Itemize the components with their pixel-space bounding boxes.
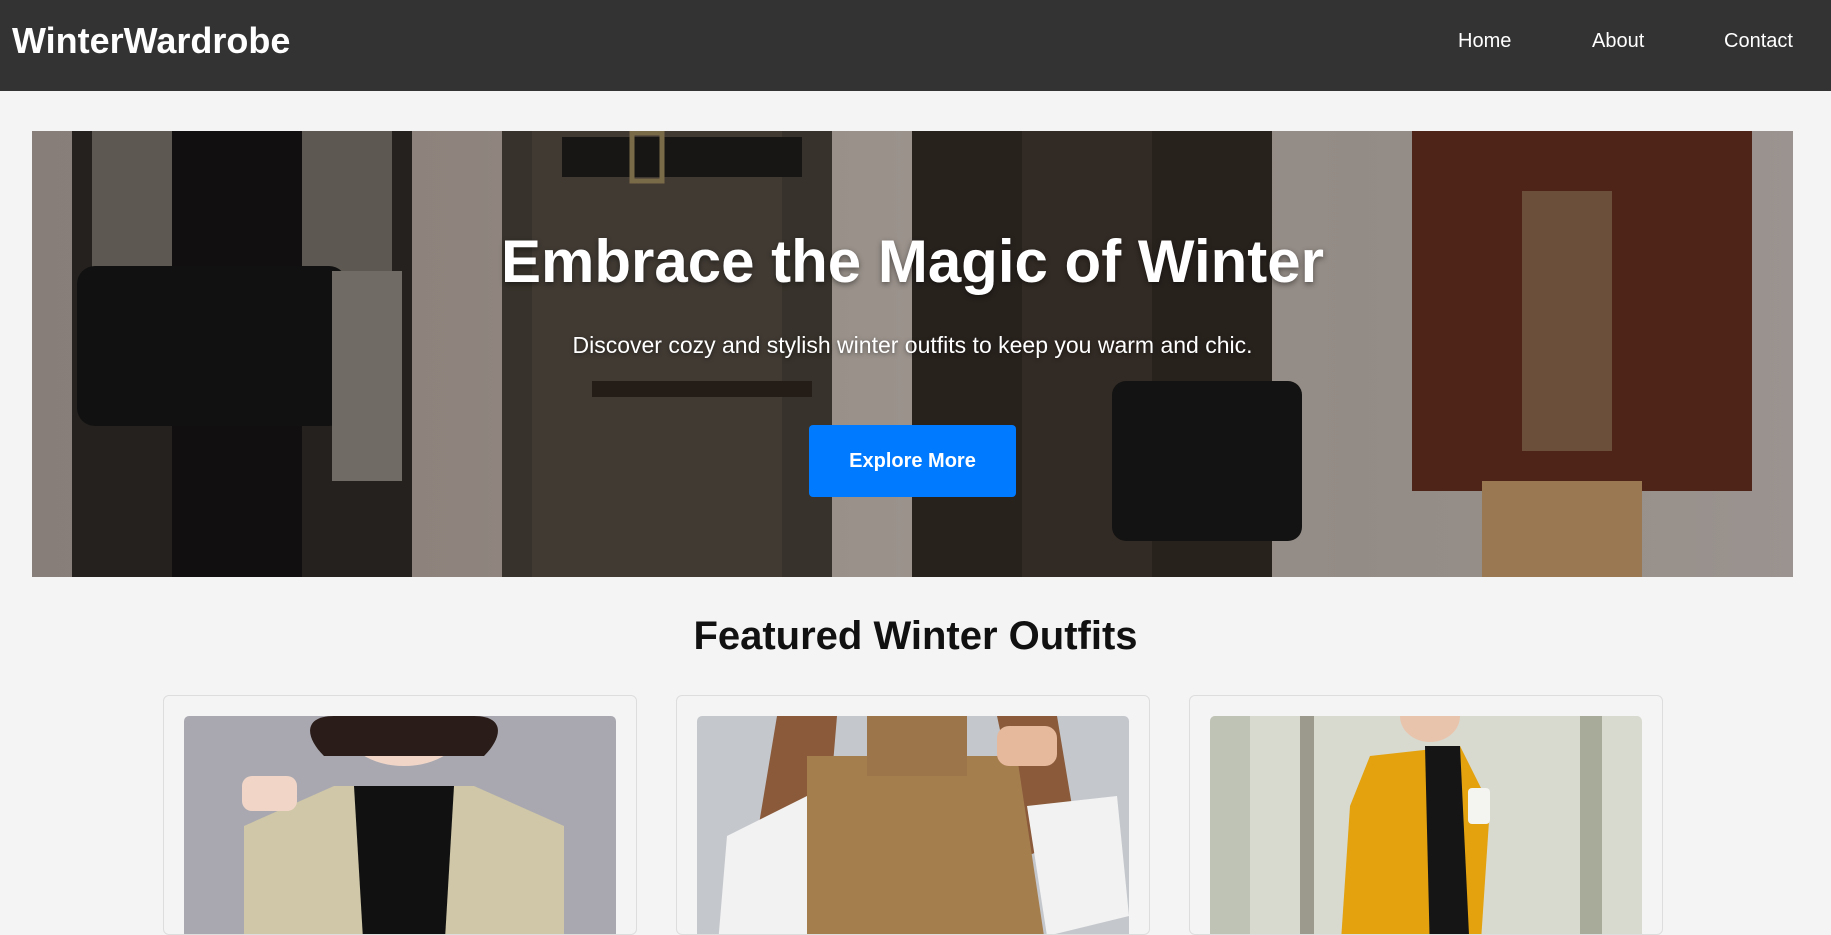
outfit-card[interactable] xyxy=(676,695,1150,935)
navbar: WinterWardrobe Home About Contact xyxy=(0,0,1831,91)
outfit-image-sweater-vest[interactable] xyxy=(697,716,1129,934)
hero-banner: Embrace the Magic of Winter Discover coz… xyxy=(32,131,1793,577)
hero-subtitle: Discover cozy and stylish winter outfits… xyxy=(572,332,1253,358)
outfit-image-mustard-coat[interactable] xyxy=(1210,716,1642,934)
outfit-card[interactable] xyxy=(163,695,637,935)
explore-more-button[interactable]: Explore More xyxy=(809,425,1016,497)
outfit-card[interactable] xyxy=(1189,695,1663,935)
hero-title: Embrace the Magic of Winter xyxy=(501,228,1324,295)
nav-link-contact[interactable]: Contact xyxy=(1724,29,1793,53)
featured-section-title: Featured Winter Outfits xyxy=(693,614,1138,658)
brand-logo[interactable]: WinterWardrobe xyxy=(12,20,290,62)
nav-link-about[interactable]: About xyxy=(1592,29,1644,53)
outfit-image-beige-blazer[interactable] xyxy=(184,716,616,934)
nav-link-home[interactable]: Home xyxy=(1458,29,1511,53)
